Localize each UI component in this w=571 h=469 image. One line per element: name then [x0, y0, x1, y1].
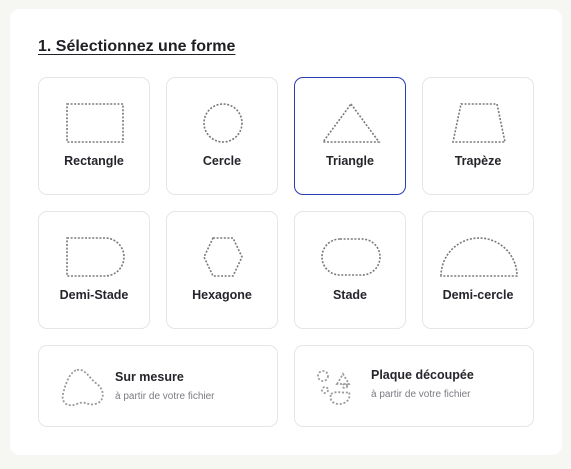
shape-card-hexagon[interactable]: Hexagone	[166, 211, 278, 329]
half-circle-icon	[440, 237, 518, 277]
shape-selection-panel: 1. Sélectionnez une forme Rectangle Cerc…	[10, 9, 562, 455]
shape-label: Triangle	[326, 154, 374, 168]
shape-card-half-circle[interactable]: Demi-cercle	[422, 211, 534, 329]
shape-label: Cercle	[202, 154, 242, 168]
circle-icon	[203, 103, 243, 143]
rectangle-icon	[66, 103, 124, 143]
hexagon-icon	[203, 237, 243, 277]
shape-label: Rectangle	[64, 154, 124, 168]
shape-label: Trapèze	[454, 154, 502, 168]
triangle-icon	[321, 102, 381, 143]
stadium-icon	[321, 238, 381, 276]
cutout-plate-icon	[317, 370, 351, 405]
shape-card-half-stadium[interactable]: Demi-Stade	[38, 211, 150, 329]
cutout-plate-subtitle: à partir de votre fichier	[371, 389, 471, 400]
cutout-plate-label: Plaque découpée	[371, 368, 474, 382]
custom-shape-card[interactable]: Sur mesure à partir de votre fichier	[38, 345, 278, 427]
shape-card-triangle[interactable]: Triangle	[294, 77, 406, 195]
custom-shape-subtitle: à partir de votre fichier	[115, 391, 215, 402]
cutout-plate-card[interactable]: Plaque découpée à partir de votre fichie…	[294, 345, 534, 427]
freeform-shape-icon	[61, 368, 104, 407]
shape-card-stadium[interactable]: Stade	[294, 211, 406, 329]
half-stadium-icon	[66, 237, 125, 277]
custom-shape-label: Sur mesure	[115, 370, 184, 384]
shape-card-circle[interactable]: Cercle	[166, 77, 278, 195]
trapezoid-icon	[452, 103, 506, 143]
section-title: 1. Sélectionnez une forme	[38, 38, 236, 55]
shape-label: Stade	[332, 288, 368, 302]
shape-card-rectangle[interactable]: Rectangle	[38, 77, 150, 195]
shape-label: Demi-cercle	[442, 288, 514, 302]
shape-card-trapezoid[interactable]: Trapèze	[422, 77, 534, 195]
shape-label: Demi-Stade	[59, 288, 129, 302]
shape-label: Hexagone	[192, 288, 252, 302]
